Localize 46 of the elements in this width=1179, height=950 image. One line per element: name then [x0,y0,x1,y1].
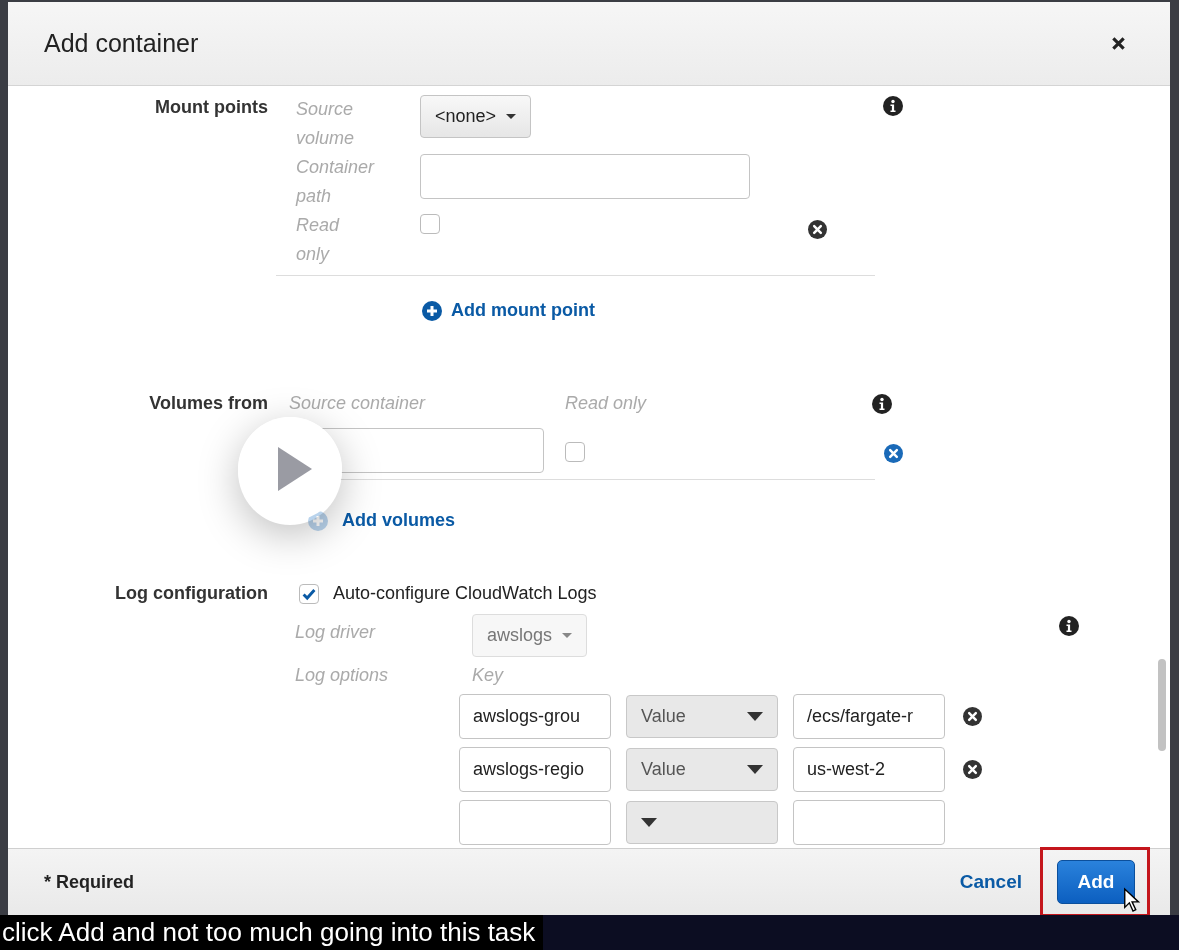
info-icon[interactable] [1059,616,1079,636]
remove-icon[interactable] [884,444,903,463]
checkbox[interactable] [299,583,319,604]
text-field[interactable] [459,800,611,845]
text-field[interactable] [420,154,750,199]
caret-icon [641,818,657,827]
field-label: Container path [296,156,376,208]
close-icon[interactable] [1111,36,1126,51]
text-field[interactable] [793,800,945,845]
caret-icon [747,765,763,774]
dropdown[interactable]: Value [626,748,778,791]
checkbox[interactable] [565,442,585,462]
text-field[interactable]: awslogs-grou [459,694,611,739]
required-note: * Required [44,871,135,893]
scrollbar-thumb[interactable] [1158,659,1166,751]
caret-icon [562,633,573,638]
column-header: Source container [289,393,427,414]
caret-icon [747,712,763,721]
remove-icon[interactable] [808,220,827,239]
info-icon[interactable] [882,96,903,116]
plus-icon [422,300,442,321]
add-button[interactable]: Add [1057,860,1135,904]
section-label: Mount points [154,96,268,119]
column-header: Key [472,665,505,686]
field-label: Log options [295,665,390,686]
dropdown[interactable]: <none> [420,95,532,138]
dialog-title: Add container [44,29,199,58]
column-header: Read only [565,393,648,414]
caret-icon [506,114,517,119]
section-label: Volumes from [148,393,268,415]
checkbox[interactable] [420,214,440,234]
cancel-link[interactable]: Cancel [959,871,1022,893]
text-field[interactable]: /ecs/fargate-r [793,694,945,739]
text-field[interactable]: awslogs-regio [459,747,611,792]
field-label: Read only [296,214,341,266]
field-label: Source volume [296,98,356,150]
field-label: Log driver [295,621,377,643]
dropdown[interactable]: Value [626,695,778,738]
add-link[interactable]: Add mount point [422,300,595,321]
text-field[interactable]: us-west-2 [793,747,945,792]
checkbox-label: Auto-configure CloudWatch Logs [333,583,597,604]
info-icon[interactable] [872,393,892,414]
caption-text: click Add and not too much going into this task [0,915,544,950]
remove-icon[interactable] [963,760,982,779]
remove-icon[interactable] [963,707,982,726]
section-label: Log configuration [114,583,268,605]
